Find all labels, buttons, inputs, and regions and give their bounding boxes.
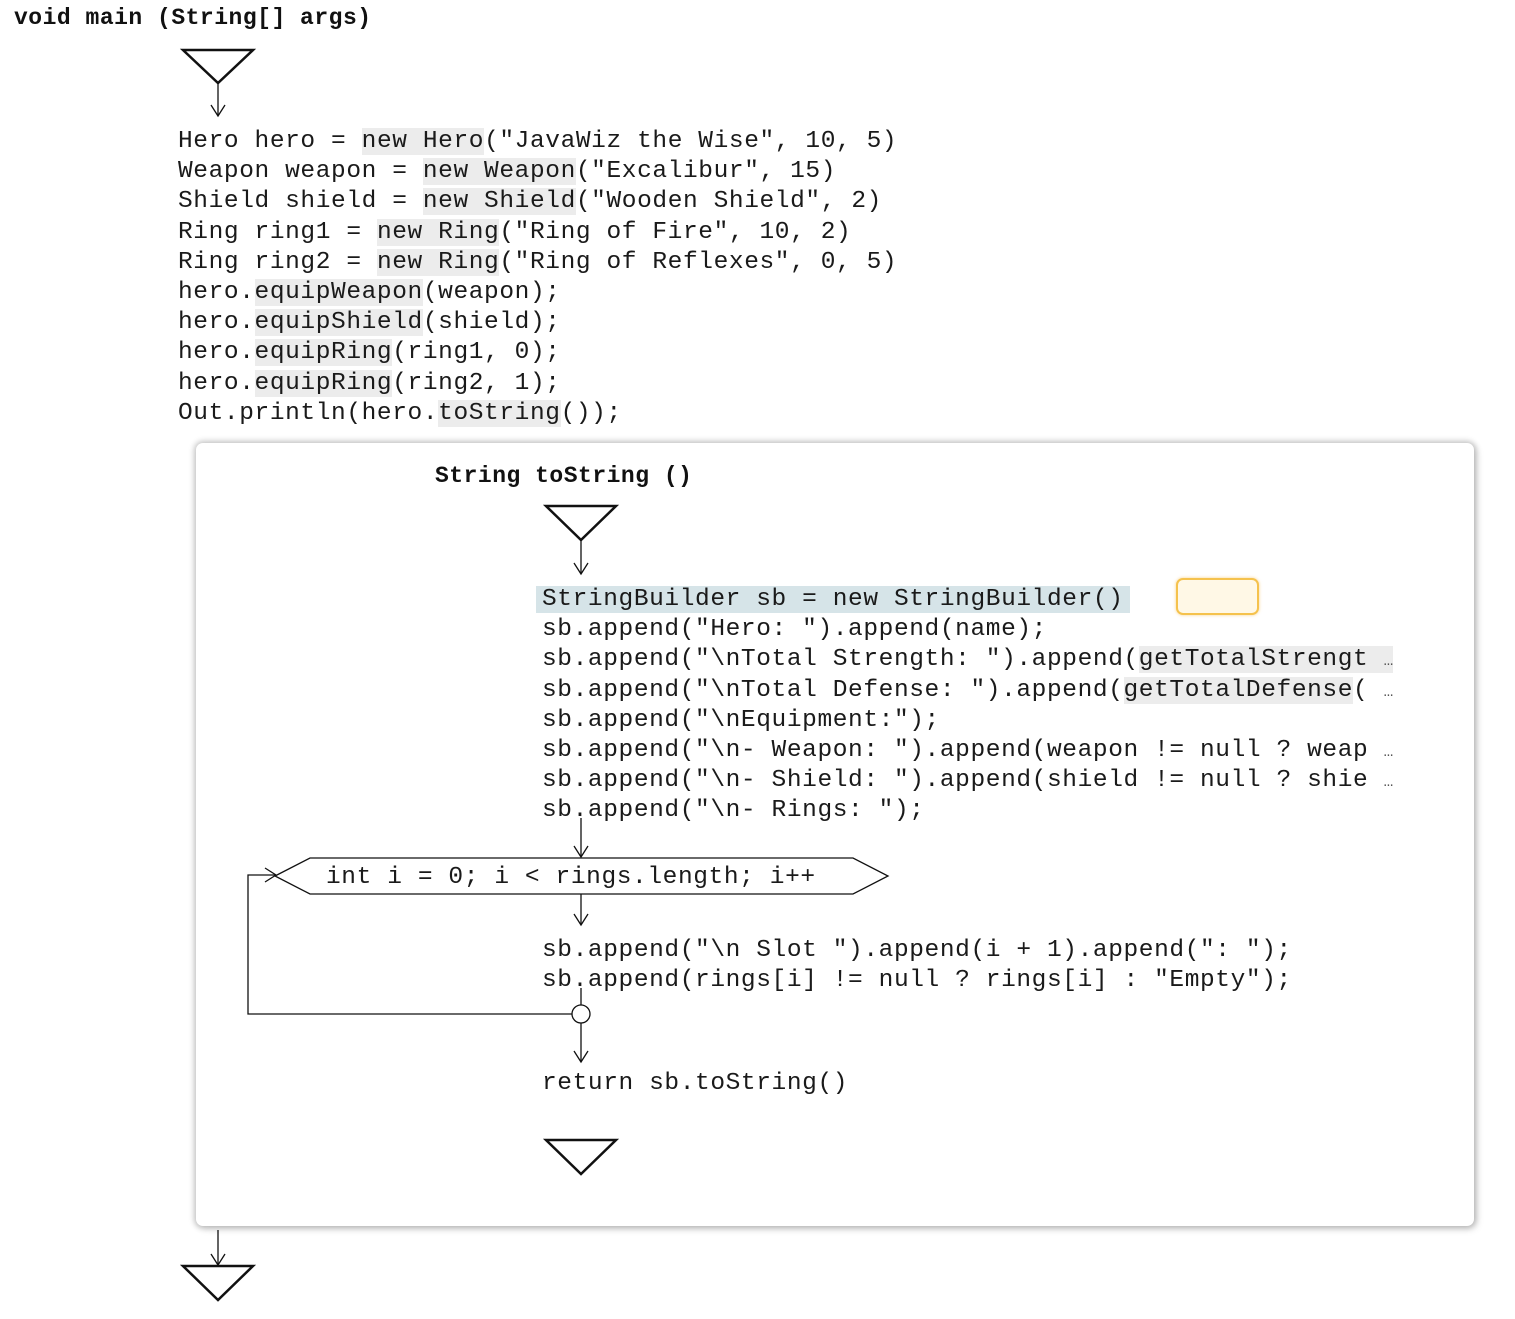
- code-line[interactable]: hero.equipShield(shield);: [178, 308, 897, 338]
- truncation-ellipsis: …: [1383, 742, 1394, 761]
- tostring-method-signature: String toString (): [435, 463, 693, 489]
- code-line[interactable]: sb.append(rings[i] != null ? rings[i] : …: [542, 966, 1292, 996]
- code-line[interactable]: Out.println(hero.toString());: [178, 399, 897, 429]
- main-start-triangle-icon: [179, 48, 257, 85]
- code-line[interactable]: hero.equipRing(ring2, 1);: [178, 369, 897, 399]
- code-line[interactable]: sb.append("Hero: ").append(name);: [542, 615, 1393, 645]
- loop-header-label[interactable]: int i = 0; i < rings.length; i++: [326, 864, 816, 891]
- tostring-body-before-loop: StringBuilder sb = new StringBuilder() s…: [536, 585, 1394, 827]
- truncation-ellipsis: …: [1383, 652, 1394, 671]
- code-line[interactable]: hero.equipRing(ring1, 0);: [178, 338, 897, 368]
- code-line[interactable]: Shield shield = new Shield("Wooden Shiel…: [178, 187, 897, 217]
- call-highlight: new Hero: [361, 128, 485, 155]
- code-line[interactable]: sb.append("\n Slot ").append(i + 1).appe…: [542, 936, 1292, 966]
- main-method-signature: void main (String[] args): [14, 5, 372, 31]
- code-line[interactable]: sb.append("\nTotal Strength: ").append(g…: [542, 645, 1394, 675]
- code-line[interactable]: hero.equipWeapon(weapon);: [178, 278, 897, 308]
- return-block: return sb.toString(): [542, 1069, 848, 1099]
- code-line[interactable]: Weapon weapon = new Weapon("Excalibur", …: [178, 157, 897, 187]
- return-line[interactable]: return sb.toString(): [542, 1069, 848, 1099]
- truncation-ellipsis: …: [1383, 773, 1394, 792]
- main-end-triangle-icon: [179, 1264, 257, 1302]
- truncation-ellipsis: …: [1383, 682, 1394, 701]
- code-line[interactable]: sb.append("\nEquipment:");: [542, 706, 1393, 736]
- main-end-arrow-icon: [210, 1253, 226, 1267]
- code-line[interactable]: Hero hero = new Hero("JavaWiz the Wise",…: [178, 127, 897, 157]
- code-line[interactable]: sb.append("\nTotal Defense: ").append(ge…: [542, 676, 1393, 706]
- loop-body: sb.append("\n Slot ").append(i + 1).appe…: [542, 936, 1292, 996]
- current-code-line[interactable]: StringBuilder sb = new StringBuilder(): [536, 585, 1393, 615]
- code-line[interactable]: sb.append("\n- Shield: ").append(shield …: [542, 766, 1393, 796]
- code-line[interactable]: sb.append("\n- Rings: ");: [542, 796, 1393, 826]
- code-line[interactable]: Ring ring1 = new Ring("Ring of Fire", 10…: [178, 218, 897, 248]
- main-method-body: Hero hero = new Hero("JavaWiz the Wise",…: [178, 127, 897, 429]
- code-line[interactable]: sb.append("\n- Weapon: ").append(weapon …: [542, 736, 1393, 766]
- value-tooltip: [1176, 578, 1259, 615]
- code-line[interactable]: Ring ring2 = new Ring("Ring of Reflexes"…: [178, 248, 897, 278]
- main-start-arrow-icon: [210, 104, 226, 118]
- tostring-method-panel: [196, 443, 1474, 1226]
